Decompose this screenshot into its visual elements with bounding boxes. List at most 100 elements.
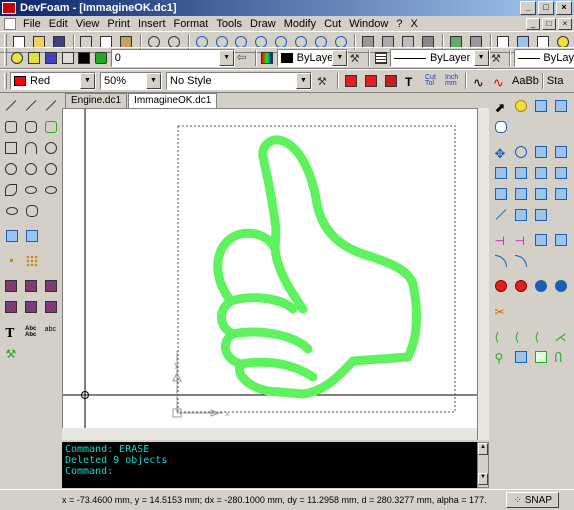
- move-icon[interactable]: ✥: [492, 143, 509, 161]
- layer-select[interactable]: 0 ▼: [110, 49, 236, 67]
- scroll-track[interactable]: [478, 455, 488, 473]
- lineweight-icon[interactable]: [373, 50, 388, 66]
- lead-in-icon[interactable]: ⟨: [492, 327, 509, 344]
- menu-edit[interactable]: Edit: [45, 18, 72, 30]
- scroll-up-icon[interactable]: ▲: [478, 443, 488, 455]
- offset-icon[interactable]: [532, 164, 549, 181]
- layer-freeze-icon[interactable]: [27, 50, 42, 66]
- mtext-icon[interactable]: Abc Abc: [23, 323, 40, 340]
- color-select[interactable]: Red ▼: [10, 72, 96, 90]
- chevron-down-icon[interactable]: ▼: [219, 50, 235, 66]
- gradient-icon[interactable]: [23, 277, 40, 294]
- lineweight-select[interactable]: ByLayer ▼: [389, 49, 490, 67]
- ellipse-arc-icon[interactable]: [42, 181, 59, 198]
- command-window[interactable]: Command: ERASE Deleted 9 objects Command…: [62, 442, 477, 488]
- subtract-icon[interactable]: [512, 277, 529, 294]
- snap-toggle[interactable]: ⁘ SNAP: [506, 492, 559, 508]
- line-icon[interactable]: [3, 97, 20, 114]
- menu-insert[interactable]: Insert: [134, 18, 170, 30]
- maximize-button[interactable]: □: [538, 1, 554, 15]
- union-icon[interactable]: [492, 277, 509, 294]
- menu-tools[interactable]: Tools: [212, 18, 246, 30]
- circle-3pt-icon[interactable]: [42, 160, 59, 177]
- chevron-down-icon[interactable]: ▼: [332, 50, 348, 66]
- copy-object-icon[interactable]: [492, 164, 509, 181]
- chain-icon[interactable]: [552, 277, 569, 294]
- stretch-icon[interactable]: [512, 164, 529, 181]
- menu-close-doc[interactable]: X: [406, 18, 421, 30]
- arc-icon[interactable]: [23, 139, 40, 156]
- magnet-icon[interactable]: Ⴖ: [552, 348, 569, 365]
- rectangle-icon[interactable]: [3, 139, 20, 156]
- minimize-button[interactable]: _: [520, 1, 536, 15]
- chevron-down-icon[interactable]: ▼: [146, 73, 161, 89]
- curve-black-icon[interactable]: ∿: [470, 73, 488, 90]
- layer-previous-icon[interactable]: ⇦: [235, 50, 250, 66]
- text-icon[interactable]: T: [3, 323, 20, 340]
- path-start-icon[interactable]: ⚲: [492, 348, 509, 365]
- window-select-icon[interactable]: [552, 97, 569, 114]
- kerf-icon[interactable]: ⟨: [532, 327, 549, 344]
- cut-path-icon[interactable]: ✂: [492, 302, 509, 319]
- cut-red-icon[interactable]: [362, 73, 380, 89]
- menu-cut[interactable]: Cut: [320, 18, 345, 30]
- inch-mm-icon[interactable]: Inch mm: [442, 73, 460, 89]
- polygon-icon[interactable]: [23, 118, 40, 135]
- fill-red-icon[interactable]: [342, 73, 360, 89]
- style-manager-icon[interactable]: ⚒: [314, 73, 332, 89]
- polyline-icon[interactable]: [3, 118, 20, 135]
- tab-immagineok[interactable]: ImmagineOK.dc1: [128, 93, 218, 108]
- array-icon[interactable]: [552, 164, 569, 181]
- donut-icon[interactable]: [3, 202, 20, 219]
- explode-icon[interactable]: [532, 206, 549, 223]
- drawing-canvas[interactable]: x y: [62, 108, 489, 440]
- mirror-icon[interactable]: [532, 143, 549, 160]
- arc-3pt-icon[interactable]: [42, 139, 59, 156]
- tab-engine[interactable]: Engine.dc1: [65, 93, 128, 108]
- chevron-down-icon[interactable]: ▼: [296, 73, 311, 89]
- lead-out-icon[interactable]: ⟨: [512, 327, 529, 344]
- blend-icon[interactable]: [532, 231, 549, 248]
- color-palette-icon[interactable]: [260, 50, 275, 66]
- toolbar-grip[interactable]: [4, 50, 7, 66]
- revcloud-icon[interactable]: [23, 202, 40, 219]
- menu-file[interactable]: File: [19, 18, 45, 30]
- menu-format[interactable]: Format: [170, 18, 213, 30]
- chamfer-icon[interactable]: ⊣: [512, 231, 529, 248]
- path-direction-icon[interactable]: [532, 348, 549, 365]
- curve-red-icon[interactable]: ∿: [490, 73, 508, 90]
- wrench-tool-icon[interactable]: ⚒: [3, 344, 20, 361]
- menu-modify[interactable]: Modify: [280, 18, 320, 30]
- xline-icon[interactable]: [42, 97, 59, 114]
- mdi-close-button[interactable]: ×: [558, 17, 572, 30]
- rotate-icon[interactable]: [512, 143, 529, 160]
- hatch-icon[interactable]: [3, 277, 20, 294]
- thumbs-up-shape[interactable]: [213, 135, 421, 399]
- vertical-scrollbar[interactable]: [477, 108, 489, 440]
- boundary-icon[interactable]: [42, 277, 59, 294]
- mdi-maximize-button[interactable]: □: [542, 17, 556, 30]
- tol-icon[interactable]: [382, 73, 400, 89]
- region-icon[interactable]: [3, 298, 20, 315]
- align-icon[interactable]: [552, 231, 569, 248]
- menu-view[interactable]: View: [72, 18, 104, 30]
- eraser-icon[interactable]: [492, 118, 509, 135]
- layer-on-icon[interactable]: [10, 50, 25, 66]
- lineweight2-select[interactable]: ByLay: [514, 49, 574, 67]
- text-tool-icon[interactable]: T: [402, 73, 420, 89]
- chevron-down-icon[interactable]: ▼: [473, 50, 489, 66]
- point-icon[interactable]: [3, 252, 20, 269]
- select-icon[interactable]: ⬈: [492, 97, 509, 115]
- circle-2pt-icon[interactable]: [23, 160, 40, 177]
- ray-icon[interactable]: [23, 97, 40, 114]
- fillet-icon[interactable]: ⊣: [492, 231, 509, 248]
- fillet-arc-icon[interactable]: [492, 252, 509, 269]
- point-select-icon[interactable]: [532, 97, 549, 114]
- sync-icon[interactable]: ⋌: [552, 327, 569, 344]
- divide-icon[interactable]: [23, 252, 40, 269]
- menu-window[interactable]: Window: [345, 18, 392, 30]
- trim-icon[interactable]: [492, 185, 509, 202]
- text-on-path-icon[interactable]: abc: [42, 323, 59, 340]
- chamfer-arc-icon[interactable]: [512, 252, 529, 269]
- chevron-down-icon[interactable]: ▼: [80, 73, 95, 89]
